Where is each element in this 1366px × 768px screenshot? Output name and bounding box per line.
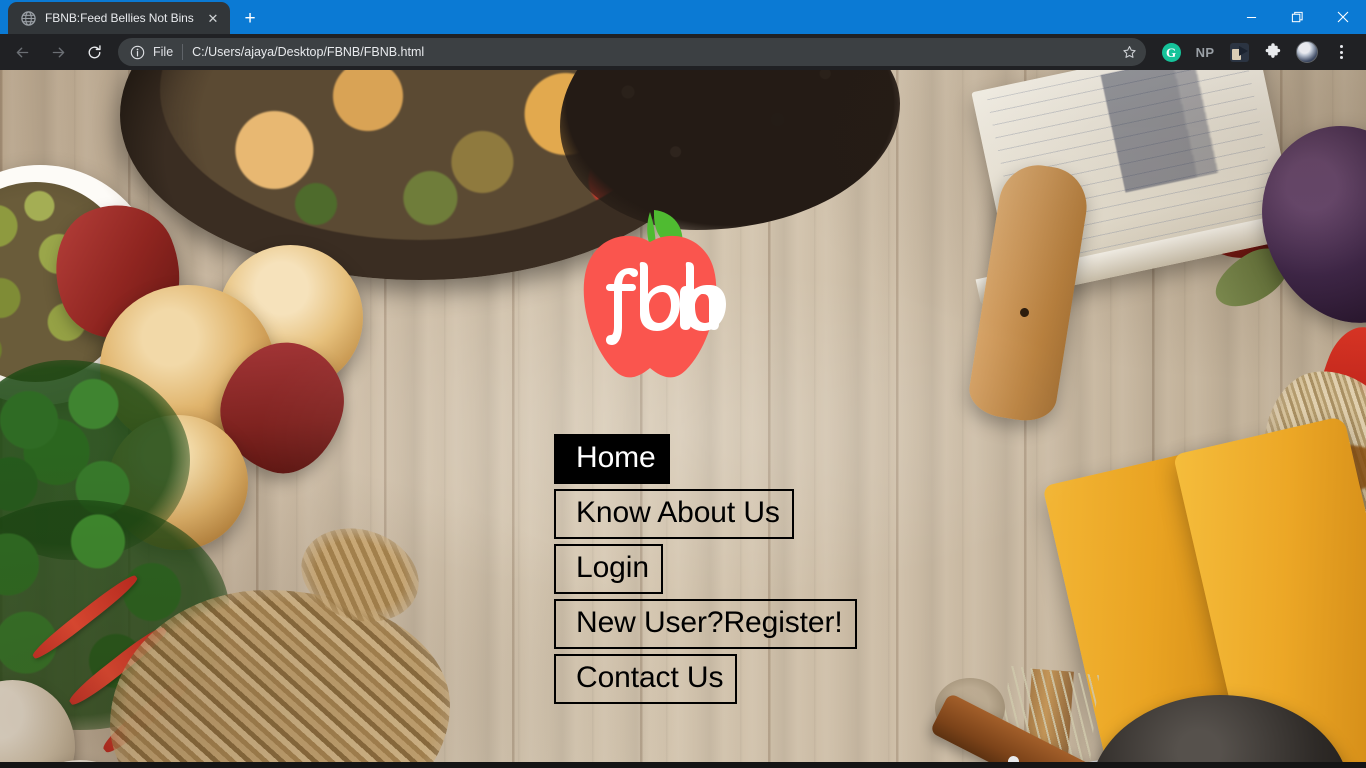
np-extension-icon[interactable]: NP — [1191, 38, 1219, 66]
star-icon[interactable] — [1116, 39, 1142, 65]
extensions-puzzle-icon[interactable] — [1259, 38, 1287, 66]
browser-tab[interactable]: FBNB:Feed Bellies Not Bins ✕ — [8, 2, 230, 34]
browser-titlebar: FBNB:Feed Bellies Not Bins ✕ + — [0, 0, 1366, 34]
dark-extension-glyph — [1229, 42, 1249, 62]
avatar-image — [1296, 41, 1318, 63]
dark-extension-icon[interactable] — [1225, 38, 1253, 66]
apple-shape — [583, 235, 717, 378]
restore-button[interactable] — [1274, 0, 1320, 34]
url-scheme-label: File — [153, 45, 174, 59]
omnibox-divider — [182, 44, 184, 60]
site-content: Home Know About Us Login New User?Regist… — [0, 70, 1366, 768]
info-circle-icon[interactable] — [128, 43, 146, 61]
grammarly-extension-icon[interactable]: G — [1157, 38, 1185, 66]
nav-item-know-about-us[interactable]: Know About Us — [554, 489, 794, 539]
viewport-bottom-edge — [0, 762, 1366, 768]
nav-item-register[interactable]: New User?Register! — [554, 599, 857, 649]
reload-button[interactable] — [78, 36, 110, 68]
np-label: NP — [1195, 44, 1215, 60]
address-bar[interactable]: File C:/Users/ajaya/Desktop/FBNB/FBNB.ht… — [118, 38, 1146, 66]
fbnb-apple-logo — [570, 198, 730, 393]
close-tab-icon[interactable]: ✕ — [205, 10, 221, 26]
menu-dots-glyph — [1339, 45, 1343, 59]
main-navigation: Home Know About Us Login New User?Regist… — [554, 434, 857, 709]
grammarly-glyph: G — [1161, 42, 1181, 62]
tab-strip: FBNB:Feed Bellies Not Bins ✕ + — [0, 0, 1228, 34]
back-button[interactable] — [6, 36, 38, 68]
window-controls — [1228, 0, 1366, 34]
browser-window: FBNB:Feed Bellies Not Bins ✕ + File C:/U… — [0, 0, 1366, 768]
chrome-menu-icon[interactable] — [1327, 38, 1355, 66]
page-viewport: Home Know About Us Login New User?Regist… — [0, 70, 1366, 768]
globe-icon — [20, 10, 36, 26]
browser-toolbar: File C:/Users/ajaya/Desktop/FBNB/FBNB.ht… — [0, 34, 1366, 70]
url-text[interactable]: C:/Users/ajaya/Desktop/FBNB/FBNB.html — [192, 45, 1116, 59]
nav-item-home[interactable]: Home — [554, 434, 670, 484]
apple-logo-svg — [583, 210, 726, 378]
minimize-button[interactable] — [1228, 0, 1274, 34]
nav-item-contact-us[interactable]: Contact Us — [554, 654, 738, 704]
forward-button[interactable] — [42, 36, 74, 68]
tab-title: FBNB:Feed Bellies Not Bins — [45, 11, 194, 25]
nav-item-login[interactable]: Login — [554, 544, 663, 594]
close-window-button[interactable] — [1320, 0, 1366, 34]
new-tab-button[interactable]: + — [236, 4, 264, 32]
profile-avatar[interactable] — [1293, 38, 1321, 66]
